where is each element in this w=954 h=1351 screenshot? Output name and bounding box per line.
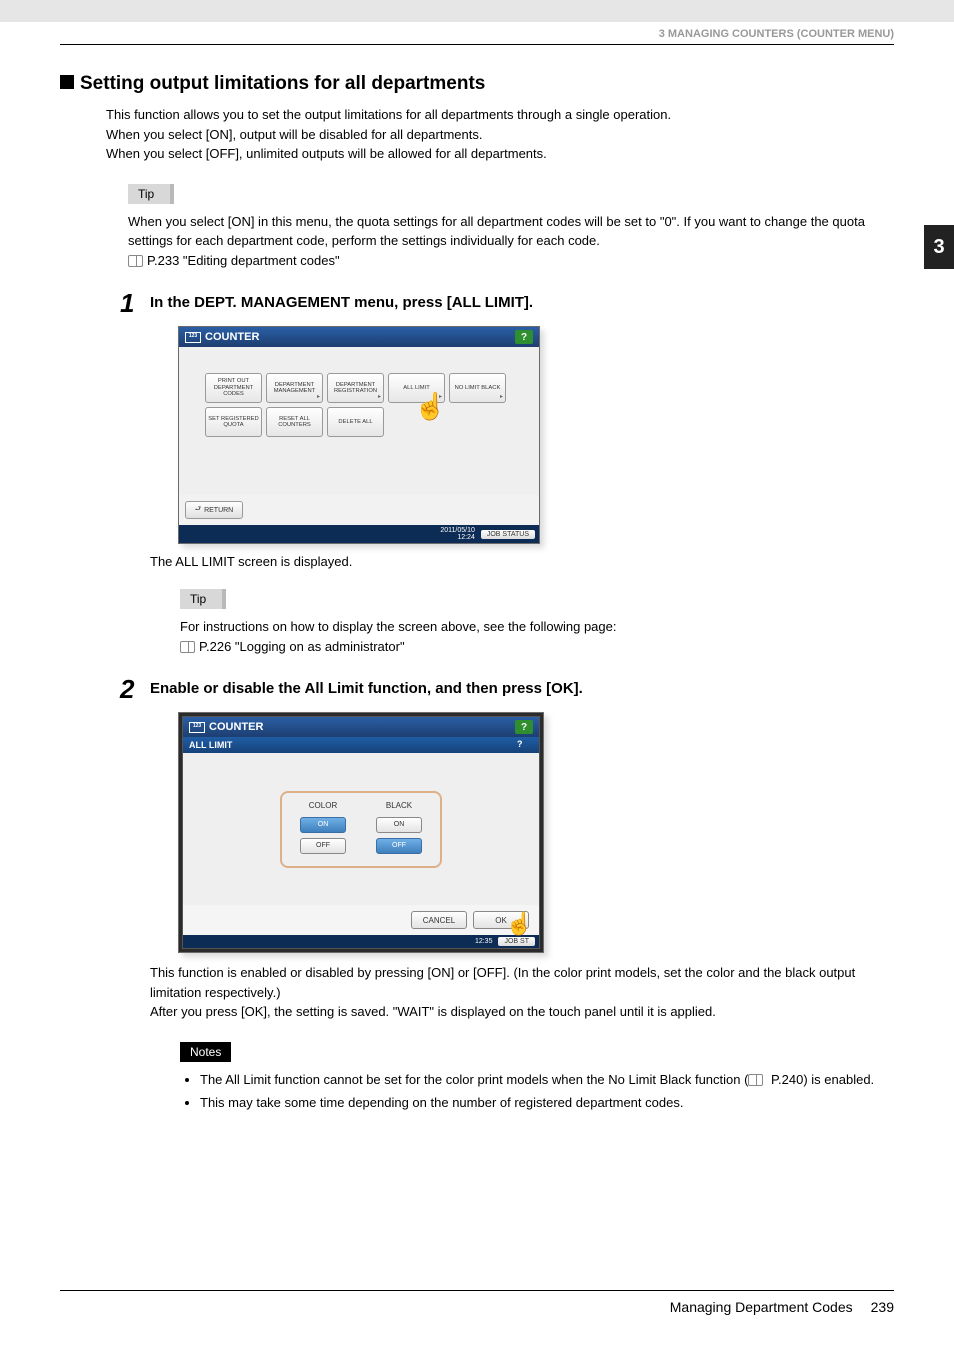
chevron-right-icon: ▸ [317, 394, 320, 401]
reset-all-counters-button[interactable]: RESET ALL COUNTERS [266, 407, 323, 437]
chevron-right-icon: ▸ [500, 394, 503, 401]
dept-registration-button[interactable]: DEPARTMENT REGISTRATION▸ [327, 373, 384, 403]
tip2-xref: P.226 "Logging on as administrator" [199, 639, 405, 654]
black-on-button[interactable]: ON [376, 817, 422, 833]
delete-all-button[interactable]: DELETE ALL [327, 407, 384, 437]
all-limit-button[interactable]: ALL LIMIT▸ [388, 373, 445, 403]
top-gray-bar [0, 0, 954, 22]
tip-label: Tip [128, 184, 174, 204]
chevron-right-icon: ▸ [378, 394, 381, 401]
chapter-header: 3 MANAGING COUNTERS (COUNTER MENU) [659, 28, 894, 40]
lcd-title: COUNTER [205, 331, 259, 343]
tip-body-text: When you select [ON] in this menu, the q… [128, 212, 894, 251]
return-button[interactable]: ⮐RETURN [185, 501, 243, 519]
square-bullet-icon [60, 75, 74, 89]
datetime-label: 12:35 [475, 938, 493, 945]
job-status-button[interactable]: JOB ST [498, 937, 535, 946]
step-2-number: 2 [120, 676, 150, 702]
intro-line-1: This function allows you to set the outp… [106, 105, 894, 125]
screenshot-all-limit: COUNTER ? ALL LIMIT ? COLOR ON OFF [178, 712, 544, 953]
footer-title: Managing Department Codes [670, 1299, 853, 1315]
book-icon [748, 1074, 763, 1086]
page-number: 239 [871, 1299, 894, 1315]
tip2-body-text: For instructions on how to display the s… [180, 617, 894, 637]
dept-management-button[interactable]: DEPARTMENT MANAGEMENT▸ [266, 373, 323, 403]
notes-label: Notes [180, 1042, 231, 1062]
step-2-text: Enable or disable the All Limit function… [150, 680, 583, 702]
step1-result-text: The ALL LIMIT screen is displayed. [150, 554, 894, 569]
cancel-button[interactable]: CANCEL [411, 911, 467, 929]
no-limit-black-button[interactable]: NO LIMIT BLACK▸ [449, 373, 506, 403]
step2-after-2: After you press [OK], the setting is sav… [150, 1002, 894, 1022]
black-column-label: BLACK [386, 801, 412, 810]
section-heading: Setting output limitations for all depar… [60, 73, 894, 95]
step2-after-1: This function is enabled or disabled by … [150, 963, 894, 1002]
black-off-button[interactable]: OFF [376, 838, 422, 854]
book-icon [180, 641, 195, 653]
help-icon[interactable]: ? [515, 330, 533, 344]
chapter-side-tab: 3 [924, 225, 954, 269]
printout-dept-codes-button[interactable]: PRINT OUT DEPARTMENT CODES [205, 373, 262, 403]
on-off-group: COLOR ON OFF BLACK ON OFF [280, 791, 442, 868]
help-icon[interactable]: ? [517, 739, 533, 751]
step-1-text: In the DEPT. MANAGEMENT menu, press [ALL… [150, 294, 533, 316]
help-icon[interactable]: ? [515, 720, 533, 734]
note-1: The All Limit function cannot be set for… [200, 1070, 894, 1090]
counter-icon [185, 332, 201, 343]
note-2: This may take some time depending on the… [200, 1093, 894, 1113]
section-title: Setting output limitations for all depar… [80, 73, 485, 94]
intro-line-3: When you select [OFF], unlimited outputs… [106, 144, 894, 164]
counter-icon [189, 722, 205, 733]
step-1-number: 1 [120, 290, 150, 316]
tip-label: Tip [180, 589, 226, 609]
tip-xref: P.233 "Editing department codes" [147, 253, 340, 268]
color-off-button[interactable]: OFF [300, 838, 346, 854]
intro-line-2: When you select [ON], output will be dis… [106, 125, 894, 145]
lcd-title: COUNTER [209, 721, 263, 733]
set-registered-quota-button[interactable]: SET REGISTERED QUOTA [205, 407, 262, 437]
color-column-label: COLOR [309, 801, 337, 810]
chevron-right-icon: ▸ [439, 394, 442, 401]
screenshot-dept-menu: COUNTER ? PRINT OUT DEPARTMENT CODES DEP… [178, 326, 540, 544]
ok-button[interactable]: OK [473, 911, 529, 929]
job-status-button[interactable]: JOB STATUS [481, 530, 535, 539]
color-on-button[interactable]: ON [300, 817, 346, 833]
datetime-label: 2011/05/10 12:24 [440, 527, 475, 541]
lcd-subtitle: ALL LIMIT [189, 740, 232, 750]
book-icon [128, 255, 143, 267]
